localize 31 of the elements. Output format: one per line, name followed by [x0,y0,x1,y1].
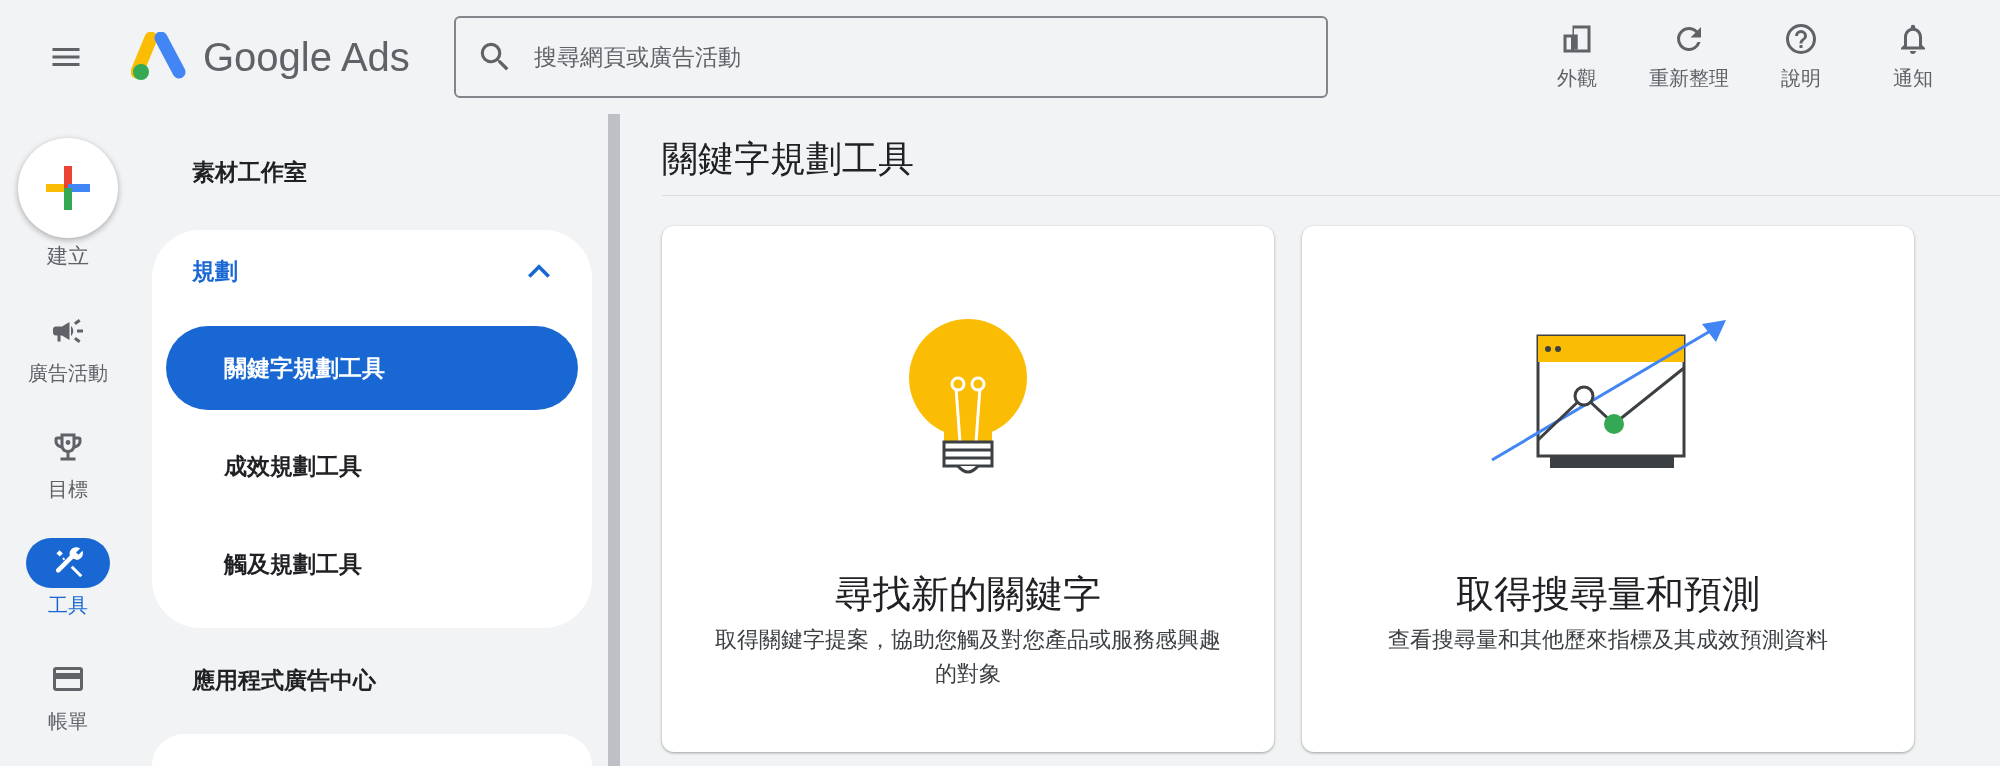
search-field[interactable]: 搜尋網頁或廣告活動 [453,16,1328,98]
nav-section[interactable]: 素材工作室 [152,140,592,204]
card-description: 查看搜尋量和其他歷來指標及其成效預測資料 [1388,626,1828,654]
rail-item[interactable]: 目標 [26,421,110,504]
scrollbar[interactable] [608,114,620,766]
nav-item[interactable]: 關鍵字規劃工具 [166,326,578,410]
page-title: 關鍵字規劃工具 [662,122,2000,196]
plus-icon [46,166,90,210]
logo-wordmark: Google Ads [203,34,410,81]
rail-item[interactable]: 廣告活動 [26,305,110,388]
card-title: 尋找新的關鍵字 [835,572,1101,617]
data-point [1573,385,1595,407]
toolbar-button[interactable]: 外觀 [1528,21,1626,93]
card-description: 取得關鍵字提案，協助您觸及對您產品或服務感興趣的對象 [714,626,1222,688]
rail-item[interactable]: 帳單 [26,653,110,736]
nav-section[interactable]: 應用程式廣告中心 [152,648,592,712]
toolbar-button[interactable]: 通知 [1864,21,1962,93]
option-card[interactable]: 取得搜尋量和預測 查看搜尋量和其他歷來指標及其成效預測資料 [1302,226,1914,752]
toolbar-button[interactable]: 重新整理 [1640,21,1738,93]
create-label: 建立 [47,243,89,269]
help-icon [1783,21,1819,57]
option-card[interactable]: 尋找新的關鍵字 取得關鍵字提案，協助您觸及對您產品或服務感興趣的對象 [662,226,1274,752]
nav-item[interactable]: 成效規劃工具 [166,424,578,508]
create-button[interactable] [18,138,118,238]
nav-item[interactable]: 觸及規劃工具 [166,522,578,606]
data-point [1604,414,1624,434]
rail-item[interactable]: 工具 [26,537,110,620]
toolbar-button[interactable]: 說明 [1752,21,1850,93]
chevron-icon [528,264,550,278]
nav-section[interactable]: 規劃 [152,236,592,306]
card-title: 取得搜尋量和預測 [1456,572,1760,617]
